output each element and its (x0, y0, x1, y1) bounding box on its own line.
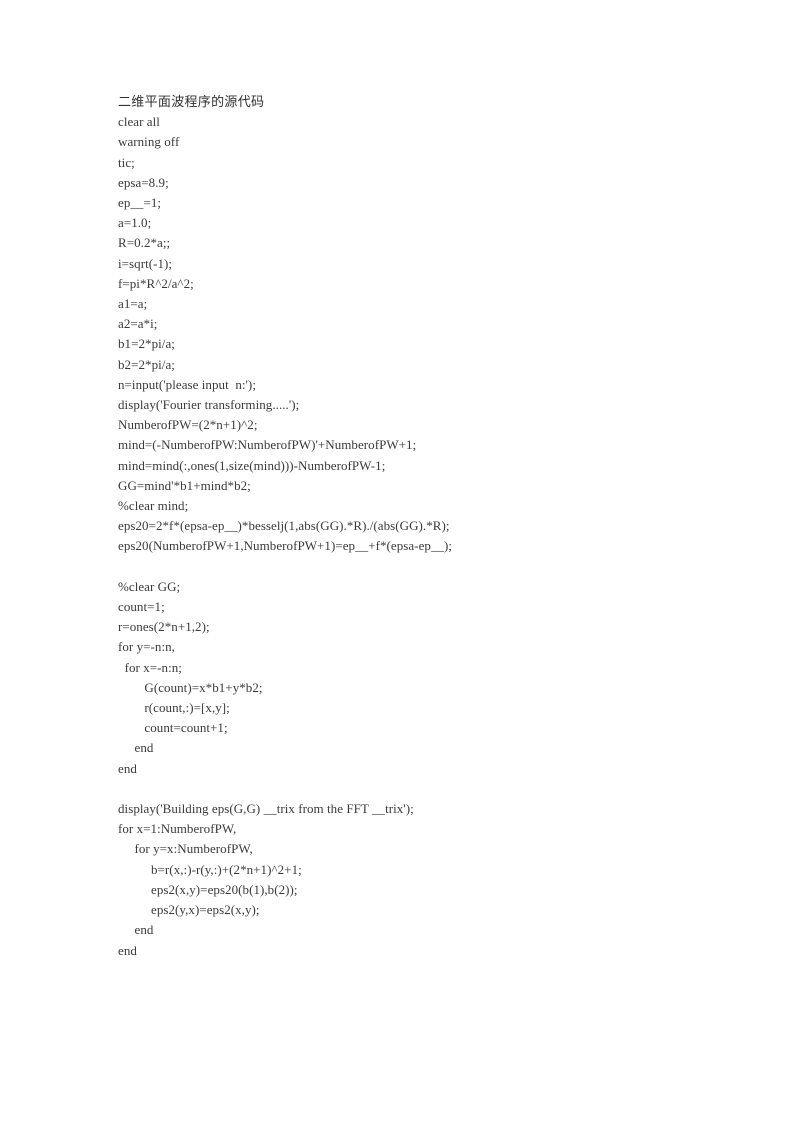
document-page: 二维平面波程序的源代码 clear all warning off tic; epsa=… (0, 0, 793, 1122)
code-line: end (118, 760, 137, 776)
code-line: NumberofPW=(2*n+1)^2; (118, 417, 258, 433)
code-line: b1=2*pi/a; (118, 336, 175, 352)
code-line: eps2(x,y)=eps20(b(1),b(2)); (118, 881, 298, 897)
code-line: count=1; (118, 599, 165, 615)
code-line: b=r(x,:)-r(y,:)+(2*n+1)^2+1; (118, 861, 302, 877)
code-line: clear all (118, 114, 160, 130)
code-line: for x=-n:n; (118, 659, 182, 675)
code-line: for x=1:NumberofPW, (118, 821, 237, 837)
code-line: a=1.0; (118, 215, 152, 231)
code-line: warning off (118, 134, 180, 150)
code-line: mind=mind(:,ones(1,size(mind)))-Numberof… (118, 457, 386, 473)
code-line: a2=a*i; (118, 316, 158, 332)
code-line: for y=-n:n, (118, 639, 175, 655)
code-line: end (118, 740, 154, 756)
code-line: f=pi*R^2/a^2; (118, 275, 194, 291)
code-line: b2=2*pi/a; (118, 356, 175, 372)
code-line: end (118, 942, 137, 958)
code-line: n=input('please input n:'); (118, 376, 256, 392)
code-line: count=count+1; (118, 720, 228, 736)
code-line: eps20(NumberofPW+1,NumberofPW+1)=ep__+f*… (118, 538, 453, 554)
code-line: eps2(y,x)=eps2(x,y); (118, 902, 260, 918)
document-text-body: 二维平面波程序的源代码 clear all warning off tic; epsa=… (118, 92, 678, 961)
code-line: GG=mind'*b1+mind*b2; (118, 477, 251, 493)
code-line: i=sqrt(-1); (118, 255, 173, 271)
document-title: 二维平面波程序的源代码 (118, 94, 265, 109)
code-line: %clear GG; (118, 578, 181, 594)
code-line: epsa=8.9; (118, 174, 169, 190)
code-line: a1=a; (118, 296, 148, 312)
code-line: G(count)=x*b1+y*b2; (118, 679, 263, 695)
code-line: display('Building eps(G,G) __trix from t… (118, 801, 414, 817)
code-line: tic; (118, 154, 135, 170)
code-line: end (118, 922, 154, 938)
code-line: r(count,:)=[x,y]; (118, 700, 230, 716)
code-line: eps20=2*f*(epsa-ep__)*besselj(1,abs(GG).… (118, 518, 450, 534)
code-line: ep__=1; (118, 195, 162, 211)
code-line: r=ones(2*n+1,2); (118, 619, 210, 635)
code-line: %clear mind; (118, 498, 189, 514)
code-line: R=0.2*a;; (118, 235, 171, 251)
code-line: display('Fourier transforming.....'); (118, 397, 300, 413)
code-line: for y=x:NumberofPW, (118, 841, 253, 857)
code-line: mind=(-NumberofPW:NumberofPW)'+NumberofP… (118, 437, 417, 453)
